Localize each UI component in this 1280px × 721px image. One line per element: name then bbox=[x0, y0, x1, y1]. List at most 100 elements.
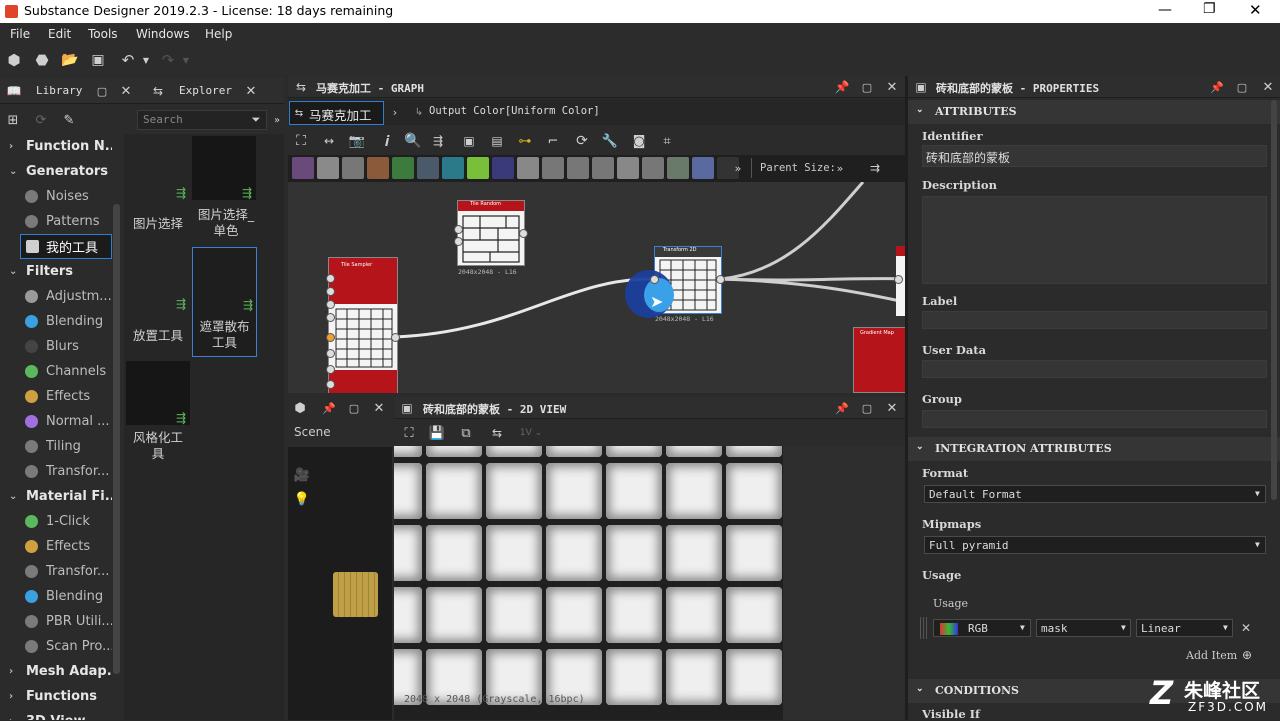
output-port[interactable] bbox=[519, 229, 528, 238]
remove-item-icon[interactable]: ✕ bbox=[1238, 619, 1254, 637]
input-port[interactable] bbox=[326, 300, 335, 309]
sharpen-icon[interactable] bbox=[542, 157, 564, 179]
redo-icon[interactable]: ↷ bbox=[159, 51, 177, 69]
section-integration[interactable]: ⌄ INTEGRATION ATTRIBUTES bbox=[908, 437, 1280, 461]
open-folder-icon[interactable]: 📂 bbox=[61, 51, 79, 69]
input-port[interactable] bbox=[326, 313, 335, 322]
pin-icon[interactable]: 📌 bbox=[834, 400, 850, 416]
layout-icon[interactable]: ▣ bbox=[460, 132, 478, 150]
shape-icon[interactable] bbox=[617, 157, 639, 179]
curve-icon[interactable] bbox=[392, 157, 414, 179]
library-item[interactable]: Blending bbox=[0, 309, 112, 334]
input-port[interactable] bbox=[326, 274, 335, 283]
image-input-icon[interactable] bbox=[292, 157, 314, 179]
graph-canvas[interactable]: Tile Random 2048x2048 - L16 Tile Sampler… bbox=[288, 182, 905, 393]
maximize-icon[interactable]: ❐ bbox=[1203, 1, 1216, 17]
output-port[interactable] bbox=[716, 275, 725, 284]
add-item-button[interactable]: Add Item bbox=[1186, 649, 1237, 662]
random-icon[interactable] bbox=[367, 157, 389, 179]
levels-icon[interactable] bbox=[417, 157, 439, 179]
undo-icon[interactable]: ↶ bbox=[119, 51, 137, 69]
filter-icon[interactable]: ⏷ bbox=[248, 112, 264, 128]
input-port[interactable] bbox=[326, 349, 335, 358]
library-item[interactable]: Blurs bbox=[0, 334, 112, 359]
add-item-icon[interactable]: ⊕ bbox=[1240, 648, 1254, 662]
gradient-icon[interactable] bbox=[467, 157, 489, 179]
menu-edit[interactable]: Edit bbox=[48, 27, 71, 41]
drag-handle[interactable] bbox=[920, 617, 928, 639]
library-category[interactable]: › Function N... bbox=[0, 134, 112, 159]
menu-help[interactable]: Help bbox=[205, 27, 232, 41]
crop-icon[interactable]: ⌗ bbox=[658, 132, 676, 150]
library-item[interactable]: Adjustm... bbox=[0, 284, 112, 309]
input-port[interactable] bbox=[650, 275, 659, 284]
float-icon[interactable]: ▢ bbox=[346, 400, 362, 416]
library-category[interactable]: ⌄ Material Fi... bbox=[0, 484, 112, 509]
minimize-icon[interactable]: — bbox=[1158, 2, 1172, 18]
blur-icon[interactable] bbox=[492, 157, 514, 179]
search-input[interactable]: Search ⏷ bbox=[137, 110, 267, 130]
library-item[interactable]: Blending bbox=[0, 584, 112, 609]
properties-close-icon[interactable]: ✕ bbox=[1260, 79, 1276, 95]
align-icon[interactable]: ⇶ bbox=[429, 132, 447, 150]
breadcrumb[interactable]: Output Color[Uniform Color] bbox=[429, 105, 600, 117]
pin-icon[interactable]: 📌 bbox=[321, 400, 337, 416]
library-close-icon[interactable]: ✕ bbox=[118, 83, 134, 99]
graph-settings-icon[interactable]: ⇉ bbox=[866, 160, 884, 176]
refresh-library-icon[interactable]: ⟳ bbox=[33, 112, 49, 128]
copy-icon[interactable]: ⧉ bbox=[457, 424, 475, 442]
input-port[interactable] bbox=[454, 237, 463, 246]
library-item[interactable]: Scan Pro... bbox=[0, 634, 112, 659]
grid-icon[interactable] bbox=[517, 157, 539, 179]
close-window-icon[interactable]: ✕ bbox=[1249, 1, 1262, 19]
library-float-icon[interactable]: ▢ bbox=[94, 83, 110, 99]
library-item[interactable]: PBR Utili... bbox=[0, 609, 112, 634]
pin-icon[interactable]: 📌 bbox=[834, 79, 850, 95]
userdata-field[interactable] bbox=[922, 360, 1267, 378]
identifier-field[interactable]: 砖和底部的蒙板 bbox=[922, 145, 1267, 167]
float-icon[interactable]: ▢ bbox=[859, 79, 875, 95]
edit-library-icon[interactable]: ✎ bbox=[61, 112, 77, 128]
connect-icon[interactable]: ⌐ bbox=[544, 132, 562, 150]
save-image-icon[interactable]: 💾 bbox=[428, 424, 446, 442]
bake-icon[interactable]: ◙ bbox=[630, 132, 648, 150]
camera-icon[interactable]: 🎥 bbox=[292, 466, 312, 484]
info-icon[interactable]: 𝒊 bbox=[378, 132, 396, 150]
output-port[interactable] bbox=[894, 275, 903, 284]
channel-dropdown-icon[interactable]: 1V ⌄ bbox=[516, 424, 546, 442]
node-gradient-map[interactable]: Gradient Map bbox=[853, 327, 905, 393]
expand-panel-icon[interactable]: » bbox=[270, 112, 284, 128]
histogram-icon[interactable] bbox=[642, 157, 664, 179]
input-port[interactable] bbox=[326, 365, 335, 374]
normal-icon[interactable] bbox=[667, 157, 689, 179]
thumb-place-tool[interactable]: ⇶ bbox=[126, 247, 190, 311]
new-package-icon[interactable]: ⬢ bbox=[5, 51, 23, 69]
tab-library[interactable]: Library bbox=[36, 84, 82, 97]
view2d-canvas[interactable]: 2048 x 2048 (Grayscale, 16bpc) bbox=[394, 446, 905, 720]
undo-dropdown-icon[interactable]: ▼ bbox=[141, 53, 151, 67]
description-field[interactable] bbox=[922, 196, 1267, 284]
usage-channel-select[interactable]: RGB ▼ bbox=[933, 619, 1031, 637]
node-tile-sampler[interactable]: Tile Sampler bbox=[328, 257, 398, 393]
tools-icon[interactable]: 🔧 bbox=[601, 132, 619, 150]
library-item[interactable]: Effects bbox=[0, 384, 112, 409]
explorer-close-icon[interactable]: ✕ bbox=[243, 83, 259, 99]
usage-space-select[interactable]: Linear ▼ bbox=[1136, 619, 1233, 637]
library-item[interactable]: Channels bbox=[0, 359, 112, 384]
transform-icon[interactable] bbox=[442, 157, 464, 179]
share-icon[interactable]: ⇆ bbox=[488, 424, 506, 442]
frame-icon[interactable]: ▤ bbox=[488, 132, 506, 150]
library-item[interactable]: 1-Click bbox=[0, 509, 112, 534]
fit-icon[interactable]: ⛶ bbox=[400, 424, 418, 442]
library-item[interactable]: Tiling bbox=[0, 434, 112, 459]
hsl-icon[interactable] bbox=[692, 157, 714, 179]
library-category[interactable]: ⌄ Filters bbox=[0, 259, 112, 284]
thumb-stylize-tool[interactable]: ⇶ bbox=[126, 361, 190, 425]
library-item[interactable]: Effects bbox=[0, 534, 112, 559]
frame-all-icon[interactable]: ⛶ bbox=[292, 132, 310, 150]
add-library-icon[interactable]: ⊞ bbox=[5, 112, 21, 128]
graph-close-icon[interactable]: ✕ bbox=[884, 79, 900, 95]
tab-graph-main[interactable]: ⇆ 马赛克加工 bbox=[289, 101, 384, 125]
fit-view-icon[interactable]: ↔ bbox=[319, 132, 339, 150]
menu-tools[interactable]: Tools bbox=[88, 27, 118, 41]
